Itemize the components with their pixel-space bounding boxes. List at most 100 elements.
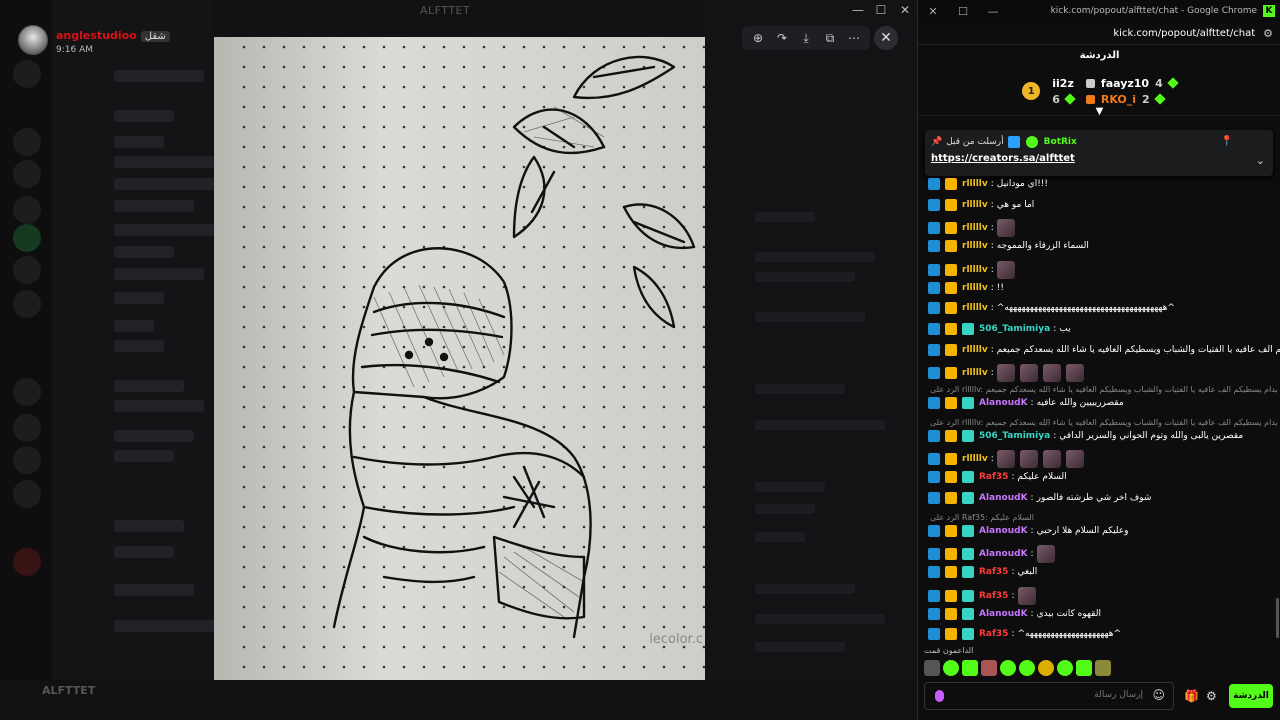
emote-icon[interactable] (996, 364, 1015, 383)
chat-username[interactable]: rlllllv (962, 303, 988, 313)
reply-context[interactable]: الرد على rlllllv: انا استاذنكم بدام يسطي… (930, 385, 1280, 394)
chat-messages[interactable]: rlllllv: اي مودانيل!!! rlllllv: اما مو هي rl… (918, 176, 1280, 642)
chat-message[interactable]: rlllllv:انا استاذنكم بدام يسطيكم الف عاف… (928, 343, 1280, 356)
emote-icon[interactable] (1038, 660, 1054, 676)
chat-scrollbar[interactable] (1276, 598, 1279, 638)
chat-message[interactable]: rlllllv: (928, 260, 1017, 279)
chat-username[interactable]: rlllllv (962, 223, 988, 233)
zoom-in-icon[interactable]: ⊕ (748, 28, 768, 48)
server-icon[interactable] (13, 196, 41, 224)
chat-username[interactable]: Raf35 (979, 629, 1008, 639)
emote-icon[interactable] (1042, 364, 1061, 383)
chat-message[interactable]: rlllllv: (928, 450, 1086, 469)
close-icon[interactable]: ✕ (874, 26, 898, 50)
chat-username[interactable]: AlanoudK (979, 549, 1028, 559)
chat-username[interactable]: AlanoudK (979, 398, 1028, 408)
emote-icon[interactable] (996, 450, 1015, 469)
chat-message[interactable]: Raf35: البغي (928, 566, 1037, 579)
chat-username[interactable]: Raf35 (979, 567, 1008, 577)
chevron-down-icon[interactable]: ⌄ (1256, 154, 1265, 167)
emote-icon[interactable] (981, 660, 997, 676)
server-icon[interactable] (13, 290, 41, 318)
minimize-icon[interactable]: — (850, 3, 866, 17)
chat-message[interactable]: rlllllv: السماء الزرقاء والمموجه (928, 240, 1089, 253)
chat-message[interactable]: AlanoudK: وعليكم السلام هلا ارحبي (928, 524, 1129, 537)
chat-input[interactable]: إرسال رسالة ☺ (924, 682, 1174, 710)
chat-username[interactable]: rlllllv (962, 200, 988, 210)
chat-message[interactable]: AlanoudK: شوف اخر شي طرشته فالصور (928, 492, 1151, 504)
supporter-avatar[interactable] (924, 660, 940, 676)
attachment-image[interactable]: lecolor.c (214, 37, 705, 683)
leader-name[interactable]: ii2z (1052, 77, 1074, 90)
chat-username[interactable]: rlllllv (962, 283, 988, 293)
reply-context[interactable]: الرد على rlllllv: انا استاذنكم بدام يسطي… (930, 418, 1280, 427)
chat-username[interactable]: rlllllv (962, 179, 988, 189)
maximize-icon[interactable]: ☐ (873, 3, 889, 17)
emote-icon[interactable] (1017, 586, 1036, 605)
emote-icon[interactable] (1019, 450, 1038, 469)
chat-username[interactable]: rlllllv (962, 241, 988, 251)
emote-icon[interactable] (1057, 660, 1073, 676)
server-icon[interactable] (13, 128, 41, 156)
emote-icon[interactable] (1000, 660, 1016, 676)
server-icon[interactable] (13, 446, 41, 474)
emote-icon[interactable] (1042, 450, 1061, 469)
chat-username[interactable]: rlllllv (962, 265, 988, 275)
author-name[interactable]: anglestudioo (56, 29, 137, 42)
avatar[interactable] (18, 24, 48, 55)
site-settings-icon[interactable]: ⚙ (1263, 27, 1273, 40)
server-icon[interactable] (13, 414, 41, 442)
emote-icon[interactable] (962, 660, 978, 676)
server-icon[interactable] (13, 256, 41, 284)
chat-username[interactable]: rlllllv (962, 368, 988, 378)
emoji-icon[interactable]: ☺ (1152, 688, 1165, 702)
emote-icon[interactable] (943, 660, 959, 676)
forward-icon[interactable]: ↷ (772, 28, 792, 48)
emote-icon[interactable] (996, 219, 1015, 238)
emote-icon[interactable] (996, 260, 1015, 279)
chat-message[interactable]: rlllllv: اما مو هي (928, 198, 1034, 211)
url-text[interactable]: kick.com/popout/alfttet/chat (1113, 28, 1255, 39)
chat-username[interactable]: AlanoudK (979, 493, 1028, 503)
chat-message[interactable]: rlllllv: اي مودانيل!!! (928, 178, 1048, 190)
chat-message[interactable]: rlllllv: ^ههههههههههههههههههههههههههههههه… (928, 302, 1175, 315)
chat-message[interactable]: rlllllv:!! (928, 281, 1004, 294)
leader-name[interactable]: faayz10 (1101, 77, 1149, 90)
unpin-icon[interactable]: 📍 (1221, 136, 1233, 147)
chat-message[interactable]: AlanoudK: (928, 545, 1057, 564)
chat-message[interactable]: rlllllv: (928, 219, 1017, 238)
reply-context[interactable]: الرد على Raf35: السلام عليكم (930, 513, 1034, 522)
server-icon[interactable] (13, 60, 41, 88)
chat-message[interactable]: 506_Tamimiya: يب (928, 323, 1071, 335)
download-icon[interactable]: ⤓ (796, 28, 816, 48)
settings-icon[interactable]: ⚙ (1206, 689, 1217, 703)
chat-username[interactable]: AlanoudK (979, 526, 1028, 536)
address-bar[interactable]: kick.com/popout/alfttet/chat ⚙ (918, 22, 1280, 45)
emote-icon[interactable] (1076, 660, 1092, 676)
chat-username[interactable]: 506_Tamimiya (979, 431, 1050, 441)
chat-username[interactable]: AlanoudK (979, 609, 1028, 619)
leader-name[interactable]: RKO_i (1101, 93, 1136, 106)
collapse-leaderboard-icon[interactable]: ▼ (1096, 106, 1104, 117)
more-icon[interactable]: ⋯ (844, 28, 864, 48)
server-icon[interactable] (13, 224, 41, 252)
pinned-message[interactable]: 📌 أرسلت من قبل BotRix 📍 https://creators… (925, 130, 1273, 176)
chat-message[interactable]: Raf35: السلام عليكم (928, 471, 1067, 484)
emote-icon[interactable] (1095, 660, 1111, 676)
chat-message[interactable]: AlanoudK: القهوه كانت بيدي (928, 607, 1101, 620)
chat-username[interactable]: Raf35 (979, 591, 1008, 601)
pinned-author[interactable]: BotRix (1044, 137, 1077, 147)
send-chat-button[interactable]: الدردشة (1229, 684, 1273, 708)
emote-icon[interactable] (1019, 364, 1038, 383)
pinned-link[interactable]: https://creators.sa/alfttet (931, 153, 1075, 164)
gift-icon[interactable]: 🎁 (1184, 689, 1199, 703)
chat-message[interactable]: 506_Tamimiya: مقصرين يالبى والله وتوم الح… (928, 429, 1243, 442)
emote-icon[interactable] (1065, 450, 1084, 469)
chat-message[interactable]: Raf35: (928, 586, 1038, 605)
emote-icon[interactable] (1019, 660, 1035, 676)
chat-username[interactable]: Raf35 (979, 472, 1008, 482)
minimize-icon[interactable]: — (978, 5, 1008, 18)
emote-icon[interactable] (1065, 364, 1084, 383)
chat-message[interactable]: AlanoudK: مقصرريييين والله عافيه (928, 397, 1124, 410)
chat-username[interactable]: 506_Tamimiya (979, 324, 1050, 334)
